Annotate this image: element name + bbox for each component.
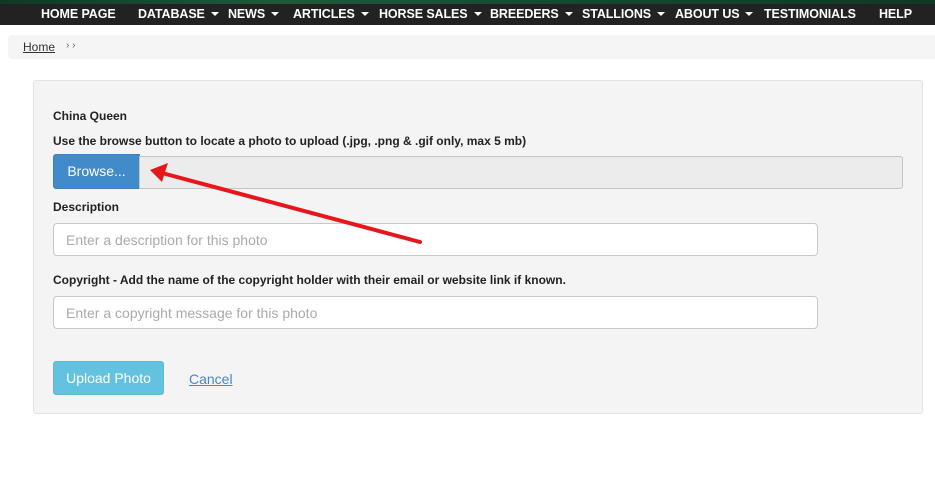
nav-label: TESTIMONIALS	[764, 7, 856, 21]
nav-item-articles[interactable]: ARTICLES	[293, 4, 369, 25]
nav-label: STALLIONS	[582, 7, 652, 21]
browse-button[interactable]: Browse...	[53, 154, 140, 189]
nav-item-testimonials[interactable]: TESTIMONIALS	[764, 4, 856, 25]
caret-down-icon	[271, 12, 280, 16]
cancel-link[interactable]: Cancel	[189, 371, 233, 387]
nav-item-about-us[interactable]: ABOUT US	[675, 4, 754, 25]
nav-item-stallions[interactable]: STALLIONS	[582, 4, 666, 25]
nav-item-breeders[interactable]: BREEDERS	[490, 4, 573, 25]
selected-file-display[interactable]	[139, 156, 903, 189]
breadcrumb-separator: › ›	[66, 40, 76, 51]
nav-item-database[interactable]: DATABASE	[138, 4, 219, 25]
main-navbar: HOME PAGE DATABASE NEWS ARTICLES HORSE S…	[0, 4, 935, 25]
caret-down-icon	[473, 12, 482, 16]
caret-down-icon	[210, 12, 219, 16]
copyright-input[interactable]	[53, 296, 818, 329]
nav-item-home-page[interactable]: HOME PAGE	[41, 4, 116, 25]
copyright-label: Copyright - Add the name of the copyrigh…	[53, 273, 566, 287]
nav-label: NEWS	[228, 7, 266, 21]
breadcrumb: Home › ›	[8, 35, 935, 59]
nav-label: DATABASE	[138, 7, 205, 21]
nav-label: HOME PAGE	[41, 7, 116, 21]
caret-down-icon	[657, 12, 666, 16]
description-label: Description	[53, 200, 120, 214]
nav-label: BREEDERS	[490, 7, 559, 21]
file-upload-group: Browse...	[53, 154, 904, 190]
description-input[interactable]	[53, 223, 818, 256]
nav-label: HELP	[879, 7, 912, 21]
nav-label: ARTICLES	[293, 7, 355, 21]
horse-name-heading: China Queen	[53, 109, 128, 123]
nav-item-news[interactable]: NEWS	[228, 4, 280, 25]
nav-label: HORSE SALES	[379, 7, 468, 21]
photo-upload-form: China Queen Use the browse button to loc…	[33, 80, 923, 414]
nav-label: ABOUT US	[675, 7, 740, 21]
nav-item-horse-sales[interactable]: HORSE SALES	[379, 4, 482, 25]
breadcrumb-home-link[interactable]: Home	[23, 40, 55, 54]
caret-down-icon	[360, 12, 369, 16]
upload-photo-button[interactable]: Upload Photo	[53, 361, 164, 395]
caret-down-icon	[745, 12, 754, 16]
nav-item-help[interactable]: HELP	[879, 4, 912, 25]
caret-down-icon	[564, 12, 573, 16]
upload-instructions: Use the browse button to locate a photo …	[53, 134, 527, 148]
